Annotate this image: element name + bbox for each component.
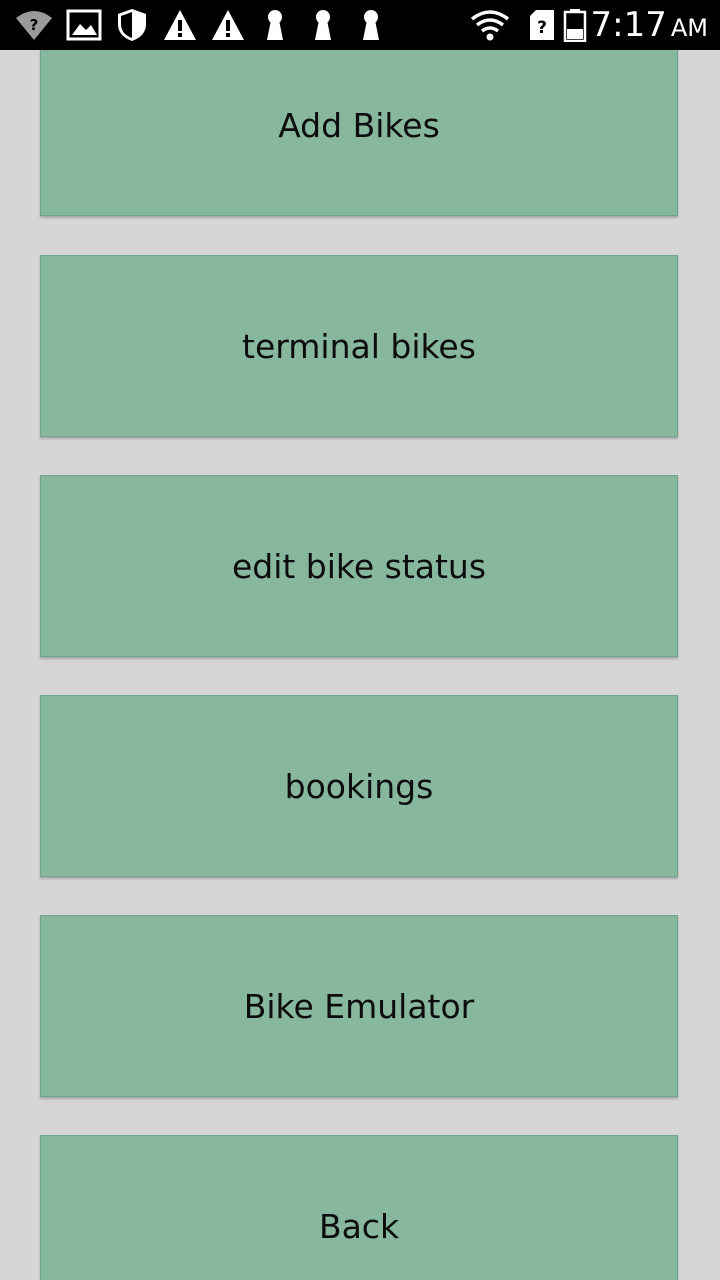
- back-label: Back: [318, 1206, 400, 1246]
- edit-bike-status-button[interactable]: edit bike status: [40, 475, 678, 657]
- menu-list: Add Bikes terminal bikes edit bike statu…: [0, 50, 720, 1280]
- battery-icon: [562, 8, 588, 42]
- bike-emulator-button[interactable]: Bike Emulator: [40, 915, 678, 1097]
- bike-emulator-label: Bike Emulator: [243, 986, 475, 1026]
- add-bikes-label: Add Bikes: [278, 105, 440, 145]
- add-bikes-button[interactable]: Add Bikes: [40, 50, 678, 216]
- terminal-bikes-label: terminal bikes: [242, 326, 476, 366]
- clock-time: 7:17: [590, 5, 667, 45]
- keyhole-icon: [262, 8, 288, 42]
- bookings-label: bookings: [284, 766, 434, 806]
- sim-unknown-icon: ?: [528, 8, 556, 42]
- status-bar: ? ? 7:17 AM: [0, 0, 720, 50]
- warning-icon: [210, 8, 246, 42]
- keyhole-icon: [358, 8, 384, 42]
- back-button[interactable]: Back: [40, 1135, 678, 1280]
- warning-icon: [162, 8, 198, 42]
- image-icon: [66, 8, 102, 42]
- wifi-signal-icon: [470, 8, 510, 42]
- wifi-question-icon: ?: [14, 8, 54, 42]
- edit-bike-status-label: edit bike status: [231, 546, 487, 586]
- terminal-bikes-button[interactable]: terminal bikes: [40, 255, 678, 437]
- clock: 7:17 AM: [591, 4, 708, 46]
- svg-text:?: ?: [30, 16, 39, 34]
- clock-ampm: AM: [670, 14, 708, 42]
- shield-icon: [116, 8, 148, 42]
- keyhole-icon: [310, 8, 336, 42]
- svg-text:?: ?: [537, 18, 547, 38]
- bookings-button[interactable]: bookings: [40, 695, 678, 877]
